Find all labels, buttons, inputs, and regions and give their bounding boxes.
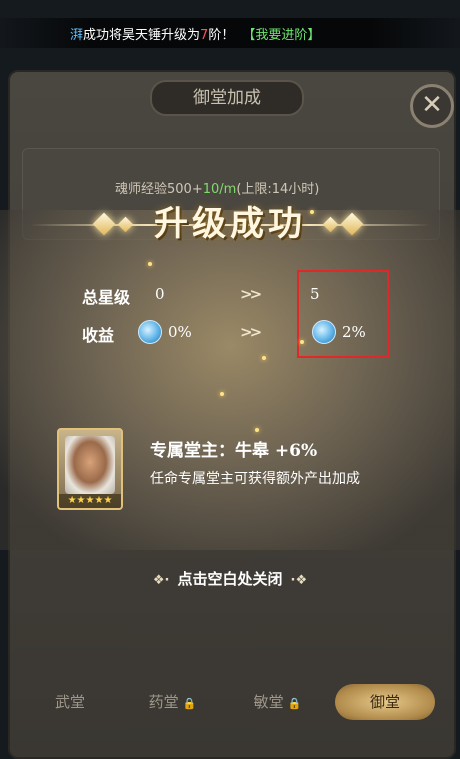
broadcast-ticker: 湃成功将昊天锤升级为7阶！ 【我要进阶】 — [0, 18, 460, 48]
sparkle-icon — [300, 340, 304, 344]
hall-tabs: 武堂 药堂 🔒 敏堂 🔒 御堂 — [20, 680, 440, 724]
ticker-text: 成功将昊天锤升级为 — [83, 27, 201, 43]
hero-portrait: ★★★★★ — [57, 428, 123, 510]
sparkle-icon — [220, 392, 224, 396]
upgrade-success-title: 升级成功 — [154, 204, 306, 244]
sparkle-icon — [255, 428, 259, 432]
hero-description: 任命专属堂主可获得额外产出加成 — [150, 471, 360, 487]
exp-bonus: 10/m — [202, 182, 237, 197]
stat-from-income: 0% — [168, 323, 192, 341]
sparkle-icon — [262, 356, 266, 360]
ticker-player-name: 湃 — [70, 27, 84, 43]
tab-mintang[interactable]: 敏堂 🔒 — [225, 680, 330, 724]
tab-yutang[interactable]: 御堂 — [335, 684, 435, 720]
hero-star-rating: ★★★★★ — [59, 494, 121, 508]
tab-wutang[interactable]: 武堂 — [20, 680, 120, 724]
lock-icon: 🔒 — [287, 697, 302, 710]
ticker-text-after: 阶！ — [208, 27, 235, 43]
stat-label-income: 收益 — [82, 326, 115, 345]
tab-label: 药堂 — [148, 693, 179, 711]
hint-ornament-icon: ❖· — [152, 573, 170, 588]
tab-yaotang[interactable]: 药堂 🔒 — [120, 680, 225, 724]
hero-name: 专属堂主：牛皋 — [150, 441, 269, 461]
ticker-upgrade-link[interactable]: 【我要进阶】 — [242, 28, 320, 43]
highlight-box — [297, 270, 389, 358]
sparkle-icon — [310, 210, 314, 214]
stat-from-total-stars: 0 — [155, 285, 165, 303]
close-hint[interactable]: ❖· 点击空白处关闭 ·❖ — [0, 568, 460, 589]
hero-bonus: +6% — [274, 441, 318, 461]
stat-label-total-stars: 总星级 — [82, 288, 131, 307]
tab-label: 敏堂 — [253, 693, 284, 711]
arrow-icon: >> — [240, 323, 262, 341]
tab-label: 御堂 — [369, 693, 400, 711]
arrow-icon: >> — [240, 285, 262, 303]
exp-cap: (上限:14小时) — [236, 182, 320, 197]
hero-avatar — [65, 436, 115, 494]
tab-label: 武堂 — [54, 693, 85, 711]
exp-info: 魂师经验500+10/m(上限:14小时) — [115, 178, 319, 197]
exp-label: 魂师经验500+ — [115, 182, 203, 197]
close-icon[interactable]: ✕ — [410, 84, 454, 128]
close-hint-label: 点击空白处关闭 — [177, 570, 283, 588]
panel-title: 御堂加成 — [150, 80, 304, 116]
sparkle-icon — [148, 262, 152, 266]
potion-icon — [138, 320, 162, 344]
lock-icon: 🔒 — [182, 697, 197, 710]
hero-title: 专属堂主：牛皋 +6% — [150, 436, 317, 461]
hint-ornament-icon: ·❖ — [290, 573, 308, 588]
